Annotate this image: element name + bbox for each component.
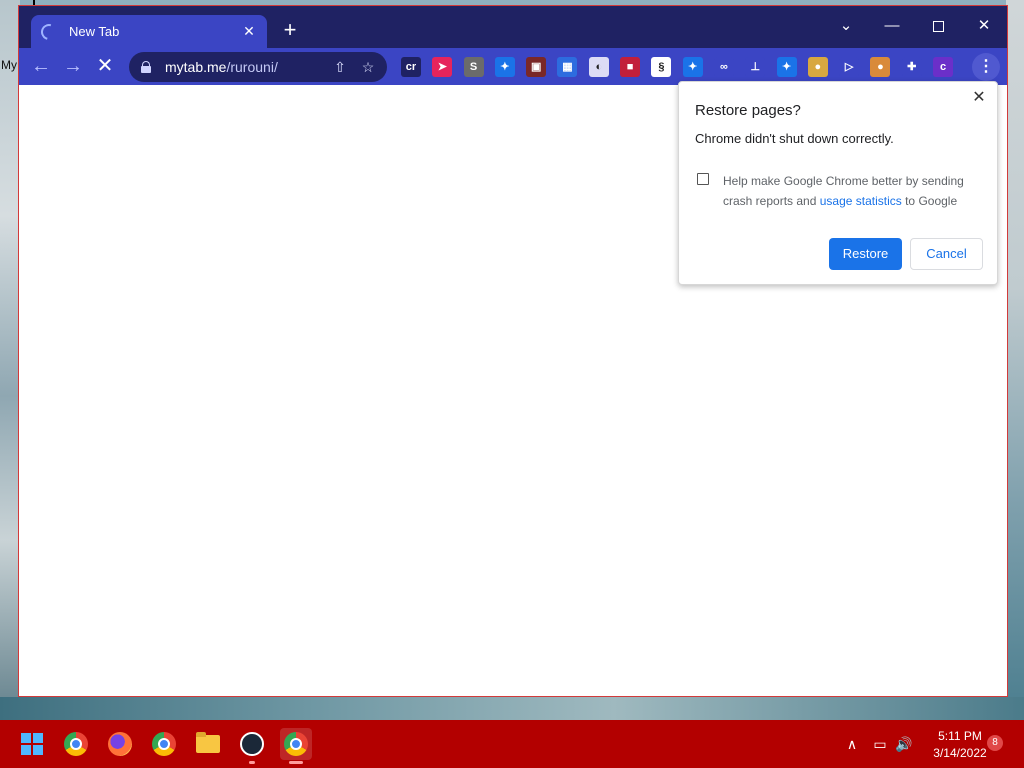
stop-loading-button[interactable]: ✕ — [91, 52, 119, 80]
tab-search-button[interactable]: ⌄ — [823, 12, 869, 40]
c-extension-icon[interactable]: c — [933, 57, 954, 77]
new-tab-button[interactable]: + — [279, 19, 301, 42]
loading-spinner-icon — [38, 20, 60, 43]
steam-icon — [240, 732, 264, 756]
taskbar-file-explorer[interactable] — [192, 728, 224, 760]
consent-text-end: to Google — [901, 194, 958, 208]
puzzle-blue-3-extension-icon[interactable]: ✦ — [776, 57, 797, 77]
lock-icon[interactable] — [141, 61, 151, 73]
chrome-icon — [152, 732, 176, 756]
chrome-icon — [284, 732, 308, 756]
notification-badge[interactable]: 8 — [987, 735, 1003, 751]
forward-button[interactable]: → — [59, 52, 87, 80]
crash-report-checkbox[interactable] — [697, 173, 709, 185]
play-extension-icon[interactable]: ▷ — [839, 57, 860, 77]
browser-toolbar: ← → ✕ mytab.me/rurouni/ ⇧ ☆ cr ➤ S ✦ ▣ ▦ ◐ ■ § ✦ ∞… — [19, 48, 1007, 85]
extensions-row: cr ➤ S ✦ ▣ ▦ ◐ ■ § ✦ ∞ ⊥ ✦ ● ▷ ● ✚ c — [401, 57, 964, 77]
s-extension-icon[interactable]: S — [463, 57, 484, 77]
puzzle-blue-extension-icon[interactable]: ✦ — [494, 57, 515, 77]
doge-extension-icon[interactable]: ● — [807, 57, 828, 77]
crash-report-label: Help make Google Chrome better by sendin… — [723, 171, 985, 211]
red-box-extension-icon[interactable]: ▣ — [526, 57, 547, 77]
back-button[interactable]: ← — [27, 52, 55, 80]
taskbar-firefox[interactable] — [104, 728, 136, 760]
dialog-title: Restore pages? — [695, 102, 801, 119]
taskbar-chrome-2[interactable] — [148, 728, 180, 760]
active-indicator — [289, 761, 303, 764]
tab-close-icon[interactable]: ✕ — [241, 23, 257, 40]
minimize-button[interactable]: — — [869, 12, 915, 40]
chrome-menu-button[interactable]: ⋮ — [972, 53, 1000, 81]
usage-statistics-link[interactable]: usage statistics — [820, 194, 902, 208]
tray-overflow-chevron-icon[interactable]: ∧ — [843, 735, 861, 753]
url-text[interactable]: mytab.me/rurouni/ — [165, 59, 323, 75]
running-indicator — [249, 761, 255, 764]
grid-extension-icon[interactable]: ▦ — [557, 57, 578, 77]
restore-pages-dialog: Restore pages? ✕ Chrome didn't shut down… — [678, 81, 998, 285]
url-domain: mytab.me — [165, 59, 227, 75]
start-button[interactable] — [16, 728, 48, 760]
address-bar[interactable]: mytab.me/rurouni/ ⇧ ☆ — [129, 52, 387, 82]
stamp-extension-icon[interactable]: ⊥ — [745, 57, 766, 77]
link-extension-icon[interactable]: ∞ — [713, 57, 734, 77]
pointer-extension-icon[interactable]: ➤ — [432, 57, 453, 77]
share-icon[interactable]: ⇧ — [329, 59, 351, 76]
chrome-icon — [64, 732, 88, 756]
taskbar-chrome-active[interactable] — [280, 728, 312, 764]
network-icon[interactable]: ▭ — [871, 735, 889, 753]
windows-logo-icon — [21, 733, 43, 755]
monkey-extension-icon[interactable]: ● — [870, 57, 891, 77]
desktop-wallpaper-left — [0, 0, 20, 720]
close-window-button[interactable]: ✕ — [961, 12, 1007, 40]
taskbar: ∧ ▭ 🔊 5:11 PM 3/14/2022 — [0, 720, 1024, 768]
maximize-icon — [932, 20, 944, 32]
clip-extension-icon[interactable]: § — [651, 57, 672, 77]
desktop-icon-label[interactable]: My — [1, 58, 17, 72]
restore-button[interactable]: Restore — [829, 238, 902, 270]
dialog-message: Chrome didn't shut down correctly. — [695, 131, 894, 146]
puzzle-extension-icon[interactable]: ✚ — [901, 57, 922, 77]
bookmark-star-icon[interactable]: ☆ — [357, 59, 379, 76]
url-path: /rurouni/ — [226, 59, 278, 75]
flag-extension-icon[interactable]: ◐ — [588, 57, 609, 77]
clock-date[interactable]: 3/14/2022 — [922, 746, 998, 760]
chrome-window: New Tab ✕ + ⌄ — ✕ ← → ✕ mytab.me/rurouni… — [18, 5, 1008, 697]
title-bar: New Tab ✕ + ⌄ — ✕ — [19, 6, 1007, 48]
cr-extension-icon[interactable]: cr — [401, 57, 421, 77]
tab-title: New Tab — [69, 24, 120, 39]
folder-icon — [196, 732, 220, 753]
firefox-icon — [108, 732, 132, 756]
desktop-wallpaper-right — [1006, 0, 1024, 720]
tab-new-tab[interactable]: New Tab ✕ — [31, 15, 267, 48]
cancel-button[interactable]: Cancel — [910, 238, 983, 270]
volume-icon[interactable]: 🔊 — [895, 735, 913, 753]
dialog-close-icon[interactable]: ✕ — [969, 88, 989, 108]
red-square-extension-icon[interactable]: ■ — [620, 57, 641, 77]
maximize-button[interactable] — [915, 12, 961, 40]
taskbar-steam[interactable] — [236, 728, 268, 764]
puzzle-blue-2-extension-icon[interactable]: ✦ — [682, 57, 703, 77]
desktop-wallpaper-bottom — [0, 697, 1024, 721]
taskbar-chrome-1[interactable] — [60, 728, 92, 760]
